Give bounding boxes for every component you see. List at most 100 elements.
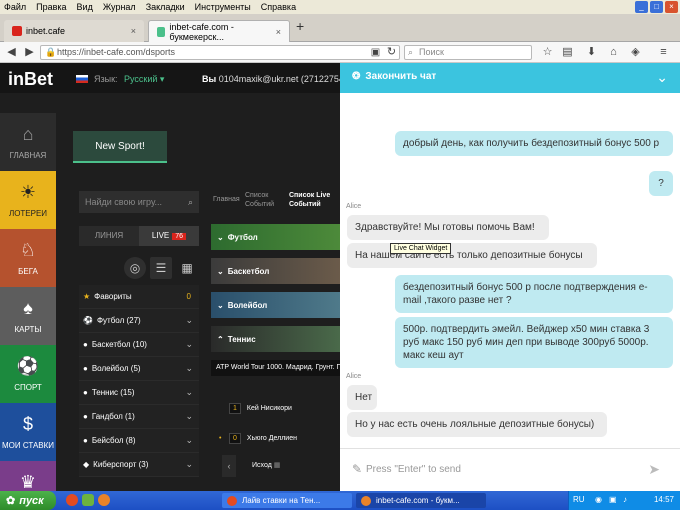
sport-item-basketball[interactable]: ● Баскетбол (10) ⌄ [79, 333, 199, 357]
browser-tabbar: inbet.cafe × inbet-cafe.com - букмекерск… [0, 14, 680, 42]
chevron-down-icon: ⌄ [217, 232, 224, 242]
user-email: 0104maxik@ukr.net (27122754) [218, 74, 340, 84]
lottery-icon: ☀ [19, 182, 37, 202]
menu-view[interactable]: Вид [77, 2, 93, 12]
tray-app-icon[interactable]: ◉ [595, 495, 602, 504]
chat-message-input[interactable]: Press "Enter" to send [366, 459, 636, 481]
menu-help[interactable]: Справка [261, 2, 296, 12]
player-row[interactable]: 1 Кей Нисикори [211, 398, 340, 418]
url-bar[interactable]: 🔒 https://inbet-cafe.com/dsports [40, 45, 400, 60]
forward-icon[interactable]: ▶ [22, 45, 37, 60]
reader-icon[interactable]: ▣ [368, 45, 383, 60]
menu-bookmarks[interactable]: Закладки [146, 2, 185, 12]
chat-message-out: 500р. подтвердить эмейл. Вейджер х50 мин… [395, 317, 673, 368]
bookmark-star-icon[interactable]: ☆ [540, 45, 555, 60]
sport-item-football[interactable]: ⚽ Футбол (27) ⌄ [79, 309, 199, 333]
sidebar-item-races[interactable]: ♘ БЕГА [0, 229, 56, 287]
line-live-toggle: ЛИНИЯ LIVE 76 [79, 226, 199, 246]
task-title: inbet-cafe.com - букм... [376, 496, 460, 505]
clock[interactable]: 14:57 [654, 495, 674, 504]
opera-quicklaunch-icon[interactable] [66, 494, 78, 506]
site-logo[interactable]: inBet [8, 69, 53, 90]
new-tab-button[interactable]: + [296, 18, 304, 34]
close-window-button[interactable]: × [665, 1, 678, 13]
globe-icon[interactable]: ◎ [124, 257, 146, 279]
player-row[interactable]: • 0 Хьюго Деллиен [211, 428, 340, 448]
end-chat-button[interactable]: ❂ Закончить чат [352, 71, 436, 82]
sidebar-item-sport[interactable]: ⚽ СПОРТ [0, 345, 56, 403]
download-icon[interactable]: ⬇ [584, 45, 599, 60]
sidebar-item-my-bets[interactable]: $ МОИ СТАВКИ [0, 403, 56, 461]
sport-item-handball[interactable]: ● Гандбол (1) ⌄ [79, 405, 199, 429]
outcome-label: Исход ▦ [252, 461, 280, 469]
sidebar-item-more[interactable]: ♛ [0, 461, 56, 491]
menu-edit[interactable]: Правка [36, 2, 66, 12]
send-icon[interactable]: ➤ [648, 461, 660, 478]
category-volleyball[interactable]: ⌄ Волейбол [211, 292, 340, 318]
attach-paperclip-icon[interactable]: ✎ [352, 462, 362, 476]
language-select[interactable]: Русский ▾ [124, 74, 164, 85]
sport-item-baseball[interactable]: ● Бейсбол (8) ⌄ [79, 429, 199, 453]
category-name: Теннис [227, 334, 256, 344]
chat-sender: Alice [346, 203, 362, 210]
sport-item-tennis[interactable]: ● Теннис (15) ⌄ [79, 381, 199, 405]
category-tennis[interactable]: ⌃ Теннис [211, 326, 340, 352]
tab-main[interactable]: Главная [213, 195, 240, 204]
home-icon[interactable]: ⌂ [606, 45, 621, 60]
firefox-quicklaunch-icon[interactable] [98, 494, 110, 506]
close-tab-icon[interactable]: × [131, 26, 136, 36]
user-prefix: Вы [202, 74, 217, 84]
match-title[interactable]: ATP World Tour 1000. Мадрид. Грунт. Пары [211, 360, 340, 376]
minimize-button[interactable]: _ [635, 1, 648, 13]
windows-logo-icon: ✿ [6, 495, 16, 507]
hamburger-menu-icon[interactable]: ≡ [656, 45, 671, 60]
tab-events[interactable]: Список Событий [245, 191, 283, 209]
chevron-down-icon: ⌄ [185, 339, 193, 349]
close-tab-icon[interactable]: × [276, 27, 281, 37]
game-search-input[interactable]: Найди свою игру... ⌕ [79, 191, 199, 213]
tab-inbet-cafe-com[interactable]: inbet-cafe.com - букмекерск... × [148, 20, 290, 42]
grid-view-icon[interactable]: ▦ [176, 257, 198, 279]
handball-icon: ● [83, 412, 88, 421]
sport-item-favorites[interactable]: ★ Фавориты 0 [79, 285, 199, 309]
chevron-down-icon: ⌄ [217, 266, 224, 276]
new-sport-tab[interactable]: New Sport! [73, 131, 167, 163]
scroll-left-icon[interactable]: ‹ [222, 455, 236, 477]
sport-item-esports[interactable]: ◆ Киберспорт (3) ⌄ [79, 453, 199, 477]
taskbar-item[interactable]: Лайв ставки на Тен... [222, 493, 352, 508]
sport-name: Фавориты [94, 292, 132, 301]
library-icon[interactable]: ▤ [560, 45, 575, 60]
end-chat-label: Закончить чат [365, 71, 437, 82]
maximize-button[interactable]: □ [650, 1, 663, 13]
sidebar-item-label: БЕГА [18, 267, 38, 276]
minimize-chat-icon[interactable]: ⌄ [656, 69, 668, 86]
tab-inbet-cafe[interactable]: inbet.cafe × [4, 20, 144, 42]
sidebar-item-home[interactable]: ⌂ ГЛАВНАЯ [0, 113, 56, 171]
menu-file[interactable]: Файл [4, 2, 26, 12]
menu-history[interactable]: Журнал [103, 2, 136, 12]
language-indicator[interactable]: RU [573, 495, 585, 504]
category-football[interactable]: ⌄ Футбол [211, 224, 340, 250]
back-icon[interactable]: ◀ [4, 45, 19, 60]
quicklaunch-app-icon[interactable] [82, 494, 94, 506]
search-placeholder: Поиск [419, 47, 444, 57]
menu-tools[interactable]: Инструменты [195, 2, 251, 12]
sport-item-volleyball[interactable]: ● Волейбол (5) ⌄ [79, 357, 199, 381]
reload-icon[interactable]: ↻ [384, 45, 399, 60]
pocket-icon[interactable]: ◈ [628, 45, 643, 60]
line-tab[interactable]: ЛИНИЯ [79, 226, 139, 246]
sidebar-item-cards[interactable]: ♠ КАРТЫ [0, 287, 56, 345]
network-icon[interactable]: ▣ [609, 495, 617, 504]
start-button[interactable]: ✿ пуск [0, 491, 56, 510]
search-input[interactable]: ⌕ Поиск [404, 45, 532, 60]
tab-live-events[interactable]: Список Live Событий [289, 191, 335, 209]
volume-icon[interactable]: ♪ [623, 495, 627, 504]
taskbar-item-active[interactable]: inbet-cafe.com - букм... [356, 493, 486, 508]
lock-icon: 🔒 [45, 47, 57, 57]
sidebar-item-lottery[interactable]: ☀ ЛОТЕРЕИ [0, 171, 56, 229]
category-basketball[interactable]: ⌄ Баскетбол [211, 258, 340, 284]
list-view-icon[interactable]: ☰ [150, 257, 172, 279]
browser-navbar: ◀ ▶ 🔒 https://inbet-cafe.com/dsports ▣ ↻… [0, 42, 680, 63]
task-title: Лайв ставки на Тен... [242, 496, 321, 505]
live-tab[interactable]: LIVE 76 [139, 226, 199, 246]
